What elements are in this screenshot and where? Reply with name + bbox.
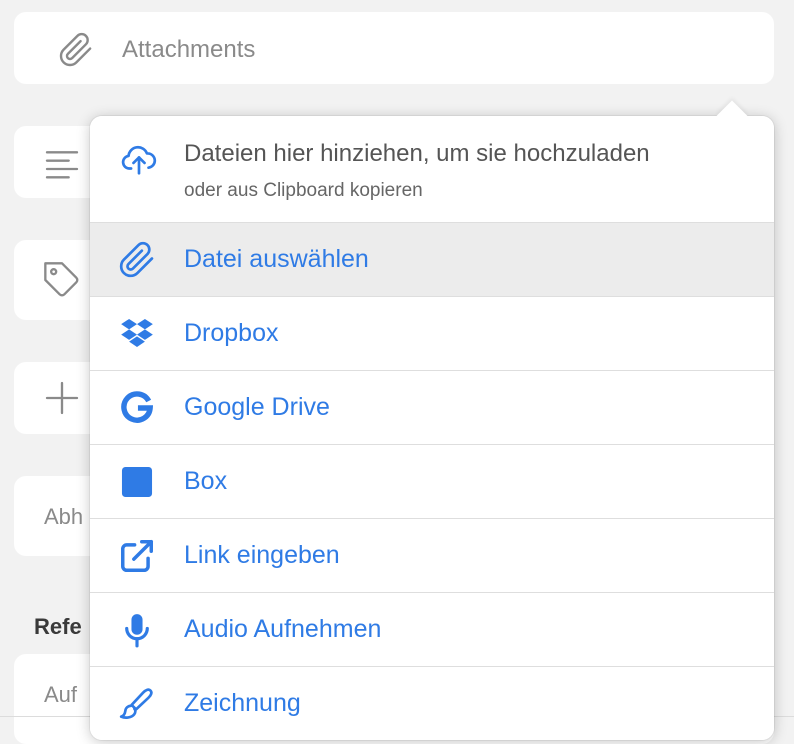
upload-subtitle: oder aus Clipboard kopieren xyxy=(184,180,423,201)
menu-item-link[interactable]: Link eingeben xyxy=(90,519,774,593)
abh-text: Abh xyxy=(44,504,84,529)
menu-item-dropbox[interactable]: Dropbox xyxy=(90,297,774,371)
menu-item-label: Box xyxy=(184,467,228,495)
menu-item-choose-file[interactable]: Datei auswählen xyxy=(90,223,774,297)
dropbox-icon xyxy=(118,315,156,353)
references-label: Refe xyxy=(34,614,82,639)
google-icon xyxy=(118,389,156,427)
menu-item-box[interactable]: Box xyxy=(90,445,774,519)
attachment-popover: Dateien hier hinziehen, um sie hochzulad… xyxy=(90,100,774,740)
paperclip-icon xyxy=(58,32,94,68)
brush-icon xyxy=(118,685,156,723)
attachments-label: Attachments xyxy=(122,36,256,63)
menu-item-google-drive[interactable]: Google Drive xyxy=(90,371,774,445)
menu-item-label: Dropbox xyxy=(184,319,279,347)
upload-drop-zone[interactable]: Dateien hier hinziehen, um sie hochzulad… xyxy=(90,116,774,223)
lines-icon xyxy=(42,144,82,184)
auf-text: Auf xyxy=(44,682,78,707)
menu-item-label: Zeichnung xyxy=(184,689,301,717)
plus-icon xyxy=(42,378,82,418)
menu-item-label: Audio Aufnehmen xyxy=(184,615,382,643)
menu-item-audio[interactable]: Audio Aufnehmen xyxy=(90,593,774,667)
attachments-field[interactable]: Attachments xyxy=(14,12,774,84)
microphone-icon xyxy=(118,611,156,649)
paperclip-icon xyxy=(118,241,156,279)
tag-icon xyxy=(42,260,82,300)
upload-title: Dateien hier hinziehen, um sie hochzulad… xyxy=(184,140,650,167)
menu-item-label: Datei auswählen xyxy=(184,245,369,273)
cloud-upload-icon xyxy=(120,140,158,178)
box-icon xyxy=(118,463,156,501)
menu-item-label: Google Drive xyxy=(184,393,330,421)
menu-item-label: Link eingeben xyxy=(184,541,340,569)
external-link-icon xyxy=(118,537,156,575)
menu-item-drawing[interactable]: Zeichnung xyxy=(90,667,774,740)
